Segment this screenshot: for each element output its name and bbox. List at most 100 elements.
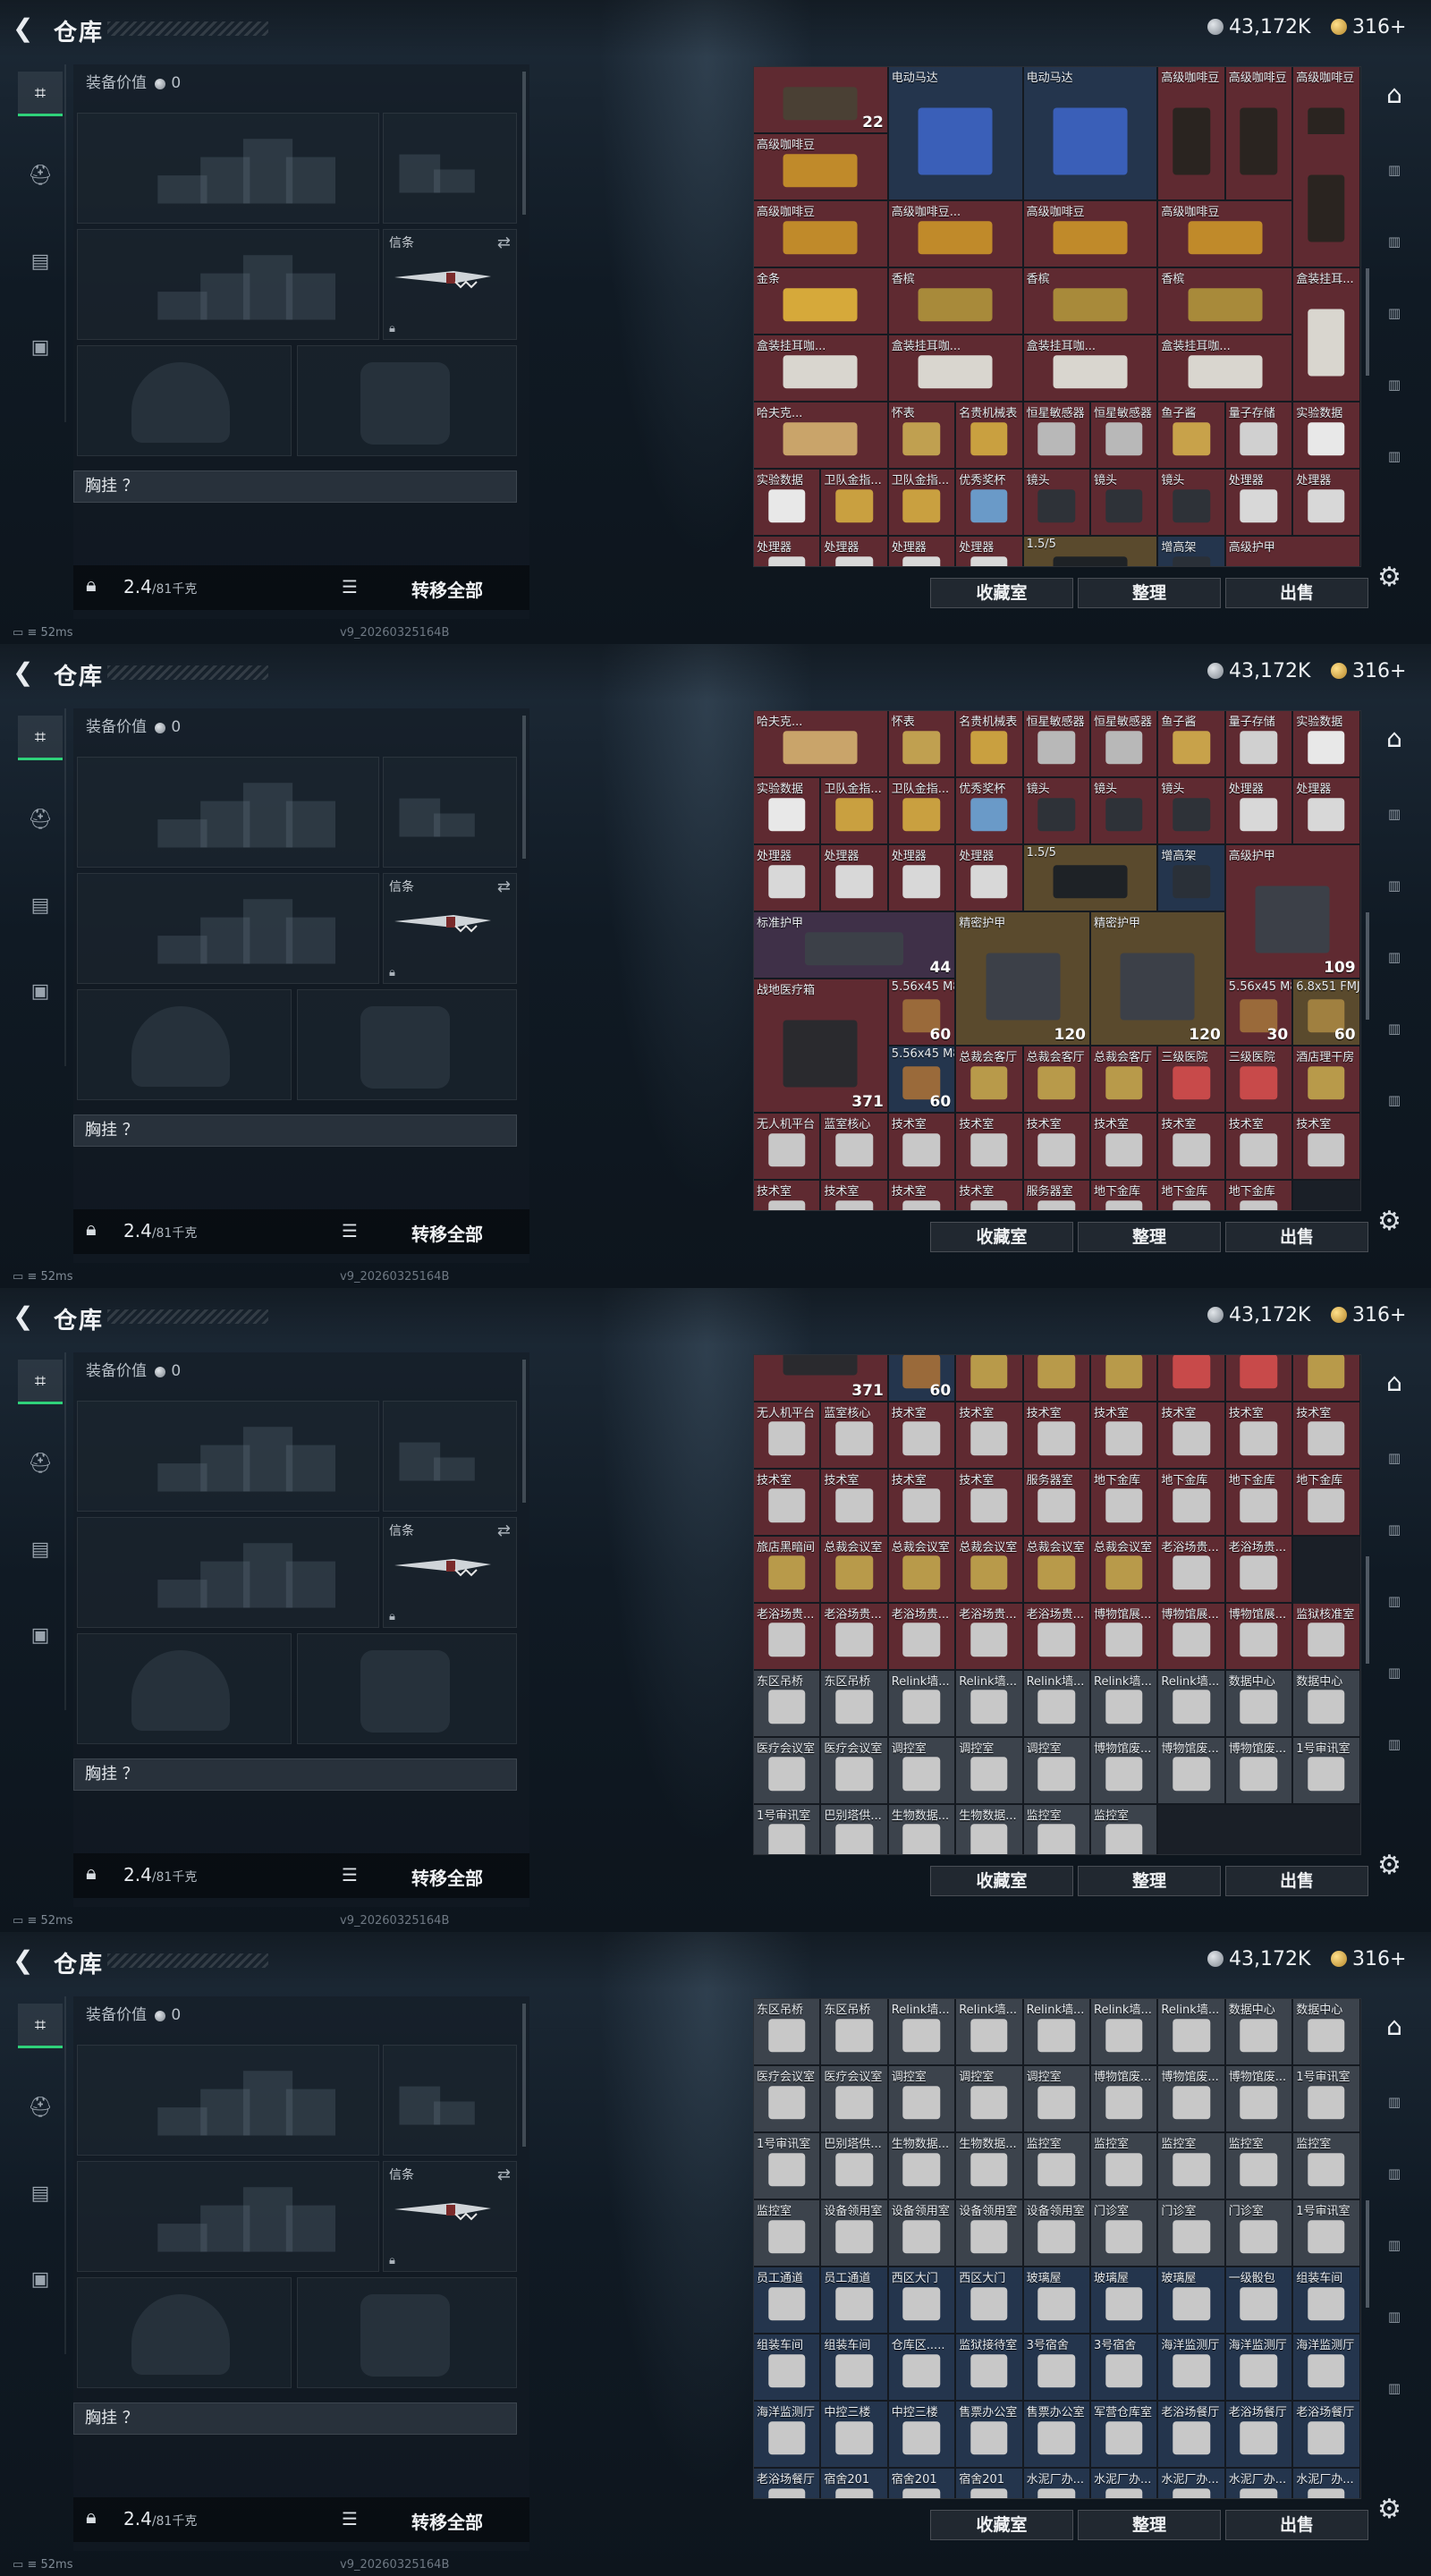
tab-weapons-icon[interactable]: ⌗ — [18, 2004, 63, 2048]
stash-item[interactable]: 老浴场贵... — [754, 1603, 822, 1671]
collection-room-button[interactable]: 收藏室 — [930, 578, 1073, 608]
secondary-weapon-slot[interactable]: ▃▅▇▅ — [77, 873, 379, 984]
stash-item[interactable]: 盒装挂耳咖... — [754, 335, 889, 402]
stash-item[interactable]: 处理器 — [888, 537, 957, 566]
primary-weapon-slot[interactable]: ▃▅▇▅ — [77, 757, 379, 868]
stash-item[interactable]: 博物馆展... — [1158, 1603, 1226, 1671]
stash-item[interactable]: 镜头 — [1091, 470, 1159, 537]
stash-item[interactable]: 调控室 — [956, 1737, 1024, 1805]
stash-item[interactable]: 数据中心 — [1225, 1999, 1294, 2066]
stash-item[interactable]: 怀表 — [888, 402, 957, 470]
sell-button[interactable]: 出售 — [1225, 2510, 1368, 2540]
stash-item[interactable]: 东区吊桥 — [754, 1999, 822, 2066]
stash-item[interactable]: 海洋监测厅 — [1158, 2334, 1226, 2402]
stash-item[interactable]: 技术室 — [888, 1469, 957, 1537]
stash-item[interactable]: 博物馆废... — [1158, 1737, 1226, 1805]
stash-item[interactable]: 电动马达 — [1023, 67, 1159, 201]
stash-item[interactable]: 技术室 — [956, 1114, 1024, 1181]
stash-item[interactable]: 镜头 — [1091, 778, 1159, 845]
secondary-weapon-slot[interactable]: ▃▅▇▅ — [77, 229, 379, 340]
armor-slot[interactable] — [297, 989, 517, 1100]
stash-item[interactable]: 总裁会客厅 — [1023, 1355, 1091, 1402]
stash-item[interactable]: 售票办公室 — [1023, 2402, 1091, 2469]
stash-item[interactable]: 1号审讯室 — [754, 2133, 822, 2200]
stash-item[interactable]: 高级咖啡豆 — [1158, 67, 1226, 201]
stash-scrollbar[interactable] — [1366, 268, 1369, 376]
stash-item[interactable]: 实验数据 — [754, 778, 822, 845]
stash-item[interactable]: 名贵机械表 — [956, 402, 1024, 470]
stash-item[interactable]: Relink墙... — [1023, 1999, 1091, 2066]
stash-item[interactable]: 宿舍201 — [888, 2469, 957, 2498]
stash-item[interactable]: 生物数据... — [956, 2133, 1024, 2200]
stash-page-icon[interactable]: ▥ — [1376, 939, 1412, 975]
stash-item[interactable]: Relink墙... — [1158, 1999, 1226, 2066]
stash-item[interactable]: 总裁会客厅 — [956, 1046, 1024, 1114]
stash-item[interactable]: 处理器 — [754, 845, 822, 912]
stash-item[interactable]: 技术室 — [1158, 1114, 1226, 1181]
warehouse-tab-icon[interactable]: ⌂ — [1376, 77, 1412, 113]
stash-page-icon[interactable]: ▥ — [1376, 1512, 1412, 1547]
stash-item[interactable]: 战地医疗箱 371 — [754, 979, 889, 1114]
stash-item[interactable]: 处理器 — [956, 845, 1024, 912]
stash-item[interactable]: 地下金库 — [1225, 1469, 1294, 1537]
stash-item[interactable]: 员工通道 — [821, 2267, 889, 2334]
stash-item[interactable]: 3号宿舍 — [1023, 2334, 1091, 2402]
list-icon[interactable]: ☰ — [342, 2508, 358, 2529]
stash-item[interactable]: 生物数据... — [956, 1804, 1024, 1854]
stash-item[interactable]: 技术室 — [956, 1181, 1024, 1210]
stash-item[interactable]: 总裁会客厅 — [1023, 1046, 1091, 1114]
gold-currency[interactable]: 316+ — [1331, 660, 1406, 682]
stash-item[interactable]: 技术室 — [821, 1469, 889, 1537]
stash-item[interactable]: 精密护甲 120 — [956, 912, 1091, 1046]
tab-weapons-icon[interactable]: ⌗ — [18, 1360, 63, 1404]
stash-item[interactable]: 博物馆废... — [1225, 1737, 1294, 1805]
stash-item[interactable]: 增高架 — [1158, 845, 1226, 912]
stash-item[interactable]: 1.5/5 — [1023, 845, 1159, 912]
stash-item[interactable]: 处理器 — [888, 845, 957, 912]
chest-rig-slot[interactable]: 胸挂 ？ — [73, 2402, 517, 2435]
stash-item[interactable]: 总裁会议室 — [1023, 1536, 1091, 1604]
stash-item[interactable]: 镜头 — [1023, 470, 1091, 537]
melee-slot[interactable]: 信条 ⇄ 🔒︎ — [383, 2161, 517, 2272]
tab-vest-icon[interactable]: ▤ — [18, 884, 63, 928]
stash-page-icon[interactable]: ▥ — [1376, 438, 1412, 474]
stash-item[interactable]: 老浴场餐厅 — [1158, 2402, 1226, 2469]
stash-item[interactable]: 电动马达 — [888, 67, 1024, 201]
stash-item[interactable]: 恒星敏感器 — [1023, 402, 1091, 470]
stash-item[interactable]: 高级护甲 109 — [1225, 845, 1360, 979]
stash-item[interactable]: 海洋监测厅 — [1293, 2334, 1360, 2402]
stash-item[interactable]: Relink墙... — [1091, 1670, 1159, 1738]
stash-item[interactable]: 1号审讯室 — [754, 1804, 822, 1854]
tab-vest-icon[interactable]: ▤ — [18, 1528, 63, 1572]
stash-item[interactable]: 技术室 — [754, 1469, 822, 1537]
secondary-weapon-slot[interactable]: ▃▅▇▅ — [77, 2161, 379, 2272]
stash-item[interactable]: 5.56x45 M855A1 60 — [888, 1046, 957, 1114]
back-arrow-icon[interactable]: ❮ — [13, 660, 38, 685]
stash-item[interactable]: Relink墙... — [888, 1670, 957, 1738]
stash-item[interactable]: 鱼子酱 — [1158, 402, 1226, 470]
stash-item[interactable]: 高级咖啡豆 — [1158, 201, 1294, 268]
stash-item[interactable]: 老浴场贵... — [888, 1603, 957, 1671]
stash-item[interactable]: 巴别塔供... — [821, 2133, 889, 2200]
stash-item[interactable]: 旅店黑暗间 — [754, 1536, 822, 1604]
stash-page-icon[interactable]: ▥ — [1376, 868, 1412, 903]
sort-button[interactable]: 整理 — [1078, 578, 1221, 608]
stash-item[interactable]: 恒星敏感器 — [1091, 402, 1159, 470]
stash-item[interactable]: 调控室 — [1023, 1737, 1091, 1805]
stash-item[interactable]: Relink墙... — [1158, 1670, 1226, 1738]
stash-item[interactable]: 高级咖啡豆 — [1225, 67, 1294, 201]
stash-item[interactable]: 监控室 — [1293, 2133, 1360, 2200]
stash-item[interactable]: 老浴场餐厅 — [1293, 2402, 1360, 2469]
stash-item[interactable]: 371 — [754, 1355, 889, 1402]
list-icon[interactable]: ☰ — [342, 1220, 358, 1241]
stash-item[interactable]: 地下金库 — [1225, 1181, 1294, 1210]
swap-icon[interactable]: ⇄ — [497, 1521, 511, 1540]
stash-item[interactable]: 老浴场贵... — [956, 1603, 1024, 1671]
stash-item[interactable]: 三级医院 — [1158, 1046, 1226, 1114]
stash-item[interactable]: 地下金库 — [1091, 1181, 1159, 1210]
stash-item[interactable]: 三级医院 — [1225, 1046, 1294, 1114]
stash-item[interactable]: 技术室 — [821, 1181, 889, 1210]
stash-page-icon[interactable]: ▥ — [1376, 2084, 1412, 2120]
lock-icon[interactable]: 🔒︎ — [86, 2506, 97, 2529]
sell-button[interactable]: 出售 — [1225, 1866, 1368, 1896]
